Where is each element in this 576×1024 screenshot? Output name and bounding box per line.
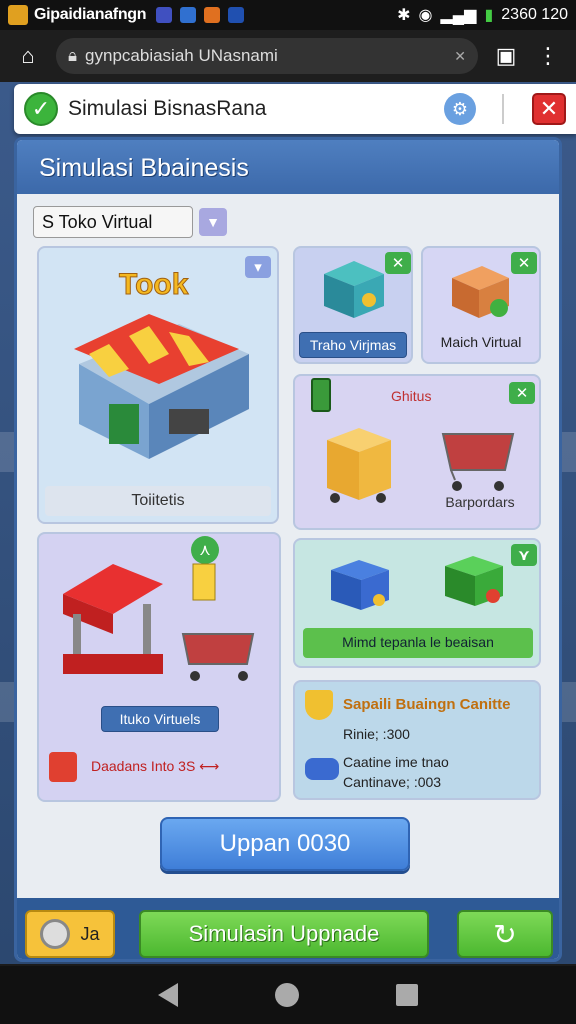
phone-icon [311, 378, 331, 412]
upgrade-button[interactable]: Uppan 0030 [160, 817, 410, 871]
green-container-icon [445, 556, 503, 606]
chevron-icon[interactable]: ⋎ [511, 544, 537, 566]
status-bar: Gipaidianafngn ✱ ◉ ▂▄▆ ▮ 2360 120 [0, 0, 576, 30]
blue-container-icon [331, 560, 389, 610]
panel-footer: Ja Simulasin Uppnade ↻ [17, 898, 559, 959]
wifi-icon: ◉ [418, 7, 433, 24]
package-card[interactable]: ✕ Maich Virtual [421, 246, 541, 364]
coin-icon [40, 919, 71, 949]
url-bar[interactable]: 🔒︎ gynpcabiasiah UNasnami ✕ [56, 38, 478, 74]
menu-icon[interactable]: ⋮ [534, 43, 562, 69]
store-select[interactable]: S Toko Virtual [33, 206, 193, 238]
inventory-top-label: Ghitus [391, 388, 432, 404]
shield-icon [305, 690, 333, 720]
notification-icon-4 [228, 7, 245, 23]
stats-title: Sapaili Buaingn Canitte [343, 696, 511, 713]
package-label: Maich Virtual [440, 334, 522, 350]
warehouse-label: Traho Virjmas [299, 332, 407, 358]
warehouse-card[interactable]: ✕ Traho Virjmas [293, 246, 413, 364]
business-stats-card: Sapaili Buaingn Canitte Rinie; :300 Caat… [293, 680, 541, 800]
stats-line-1: Rinie; :300 [343, 726, 410, 742]
url-text: gynpcabiasiah UNasnami [85, 46, 278, 65]
store-card-label: Toiitetis [45, 486, 271, 516]
lock-icon: 🔒︎ [68, 46, 78, 65]
shop-illustration: Took [74, 268, 249, 459]
shop-sign: Took [119, 268, 189, 301]
bluetooth-icon: ✱ [397, 7, 411, 24]
signal-icon: ▂▄▆ [440, 7, 477, 24]
refresh-icon: ↻ [493, 918, 517, 950]
status-time: 2360 120 [501, 6, 568, 23]
stats-line-2: Caatine ime tnao [343, 754, 449, 770]
panel-title: Simulasi Bbainesis [17, 140, 559, 194]
close-icon[interactable]: ✕ [509, 382, 535, 404]
close-button[interactable]: ✕ [532, 93, 566, 125]
storage-box-icon [324, 261, 384, 318]
stats-line-3: Cantinave; :003 [343, 774, 442, 790]
clear-url-icon[interactable]: ✕ [454, 48, 466, 65]
system-nav-bar [0, 966, 576, 1024]
notification-title: Simulasi BisnasRana [68, 97, 267, 120]
market-stall-icon [63, 563, 255, 681]
browser-toolbar: ⌂ 🔒︎ gynpcabiasiah UNasnami ✕ ▣ ⋮ [0, 30, 576, 82]
home-button-icon[interactable] [274, 983, 299, 1007]
box-icon [49, 752, 77, 782]
notification-icon [156, 7, 173, 23]
package-icon [452, 266, 509, 318]
coin-button[interactable]: Ja [25, 910, 115, 958]
notification-icon-2 [180, 7, 197, 23]
recents-icon[interactable] [395, 984, 418, 1006]
containers-label: Mimd tepanla le beaisan [303, 628, 533, 658]
simulation-panel: Simulasi Bbainesis S Toko Virtual ▼ ▾ To… [14, 137, 562, 962]
battery-icon: ▮ [484, 7, 494, 24]
toggle-icon[interactable] [305, 758, 339, 780]
simulation-upgrade-button[interactable]: Simulasin Uppnade [139, 910, 429, 958]
home-icon[interactable]: ⌂ [14, 43, 42, 69]
market-stall-label: Ituko Virtuels [101, 706, 219, 732]
inventory-card[interactable]: ✕ Ghitus Barpordars [293, 374, 541, 530]
divider [502, 94, 504, 124]
chevron-down-icon[interactable]: ▼ [199, 208, 227, 236]
shopping-cart-icon [441, 433, 515, 491]
inventory-label: Barpordars [445, 494, 515, 510]
settings-icon[interactable]: ⚙ [444, 93, 476, 125]
bin-icon [327, 428, 391, 503]
coin-label: Ja [80, 923, 100, 944]
status-app-title: Gipaidianafngn [34, 6, 147, 23]
check-icon: ✓ [24, 92, 58, 126]
market-stall-card[interactable]: ⋏ Ituko Virtuels Daadans Into 3S ⟷ [37, 532, 281, 802]
back-icon[interactable] [158, 983, 179, 1007]
refresh-button[interactable]: ↻ [457, 910, 553, 958]
notification-icon-3 [204, 7, 221, 23]
containers-card[interactable]: ⋎ Mimd tepanla le beaisan [293, 538, 541, 668]
store-card[interactable]: ▾ Took Toiitetis [37, 246, 279, 524]
tabs-icon[interactable]: ▣ [492, 43, 520, 69]
market-stall-footer: Daadans Into 3S ⟷ [91, 758, 220, 774]
notification-bar: ✓ Simulasi BisnasRana ⚙ ✕ [14, 84, 576, 134]
app-icon [8, 5, 28, 25]
